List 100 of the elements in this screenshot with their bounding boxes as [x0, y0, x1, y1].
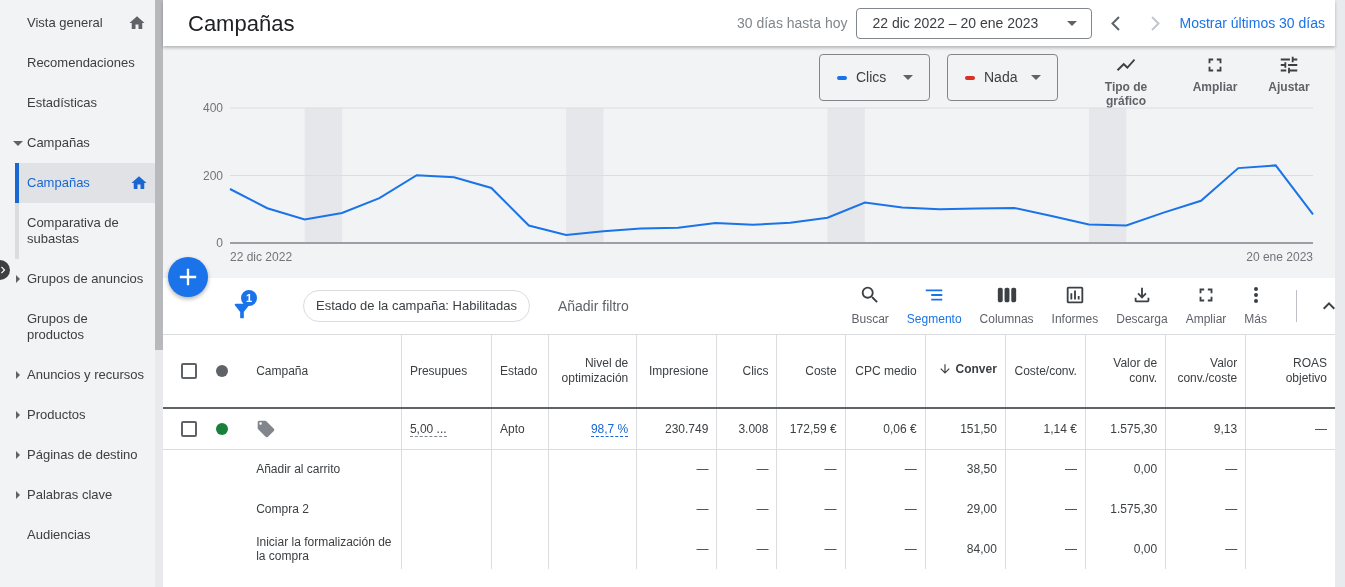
- home-icon[interactable]: [130, 174, 148, 192]
- metric-dropdown[interactable]: Nada: [947, 54, 1058, 101]
- sidebar-item[interactable]: Campañas: [27, 123, 146, 163]
- range-hint: 30 días hasta hoy: [736, 13, 848, 33]
- table-cell: —: [824, 462, 837, 477]
- table-cell: 3.008: [738, 421, 769, 436]
- table-cell: —: [1225, 502, 1238, 516]
- table-cell: Apto: [500, 421, 525, 436]
- table-cell: —: [824, 502, 837, 516]
- table-cell: —: [756, 462, 769, 477]
- column-header[interactable]: Coste: [805, 363, 837, 379]
- sidebar-item[interactable]: Audiencias: [27, 515, 146, 555]
- table-cell: —: [904, 502, 917, 516]
- checkbox[interactable]: [181, 363, 197, 379]
- sliders-icon: [1278, 54, 1300, 76]
- table-cell: 84,00: [966, 542, 997, 556]
- sidebar-item[interactable]: Estadísticas: [27, 83, 146, 123]
- column-header[interactable]: Estado: [500, 363, 538, 379]
- table-cell: —: [1064, 542, 1077, 556]
- sidebar-item[interactable]: Productos: [27, 395, 146, 435]
- optimization-link[interactable]: 98,7 %: [590, 421, 629, 437]
- sidebar-scrollbar[interactable]: [155, 0, 163, 350]
- table-cell: 1,14 €: [1043, 421, 1077, 436]
- chart-type-button[interactable]: Tipo de gráfico: [1096, 54, 1156, 108]
- table-cell: 0,00: [1133, 542, 1158, 556]
- table-cell: —: [696, 542, 709, 556]
- add-filter-button[interactable]: Añadir filtro: [557, 295, 629, 317]
- column-header[interactable]: CPC medio: [855, 363, 917, 379]
- column-header[interactable]: Nivel de optimización: [557, 356, 629, 386]
- table-cell: 1.575,30: [1110, 502, 1158, 516]
- sidebar-item[interactable]: Vista general: [27, 3, 146, 43]
- column-header[interactable]: Valor conv./coste: [1174, 356, 1238, 386]
- table-cell: 230.749: [665, 421, 709, 436]
- table-cell: 0,06 €: [883, 421, 917, 436]
- y-tick-label: 200: [202, 168, 223, 183]
- sidebar-item[interactable]: Grupos de anuncios: [27, 259, 146, 299]
- table-cell: —: [904, 462, 917, 477]
- expand-button[interactable]: Ampliar: [1176, 284, 1236, 328]
- table-cell: —: [904, 542, 917, 556]
- table-cell: —: [1225, 462, 1238, 477]
- table-cell: Compra 2: [256, 502, 309, 516]
- column-header[interactable]: Campaña: [256, 363, 309, 379]
- x-tick-label: 20 ene 2023: [1246, 250, 1313, 264]
- sidebar-item[interactable]: Páginas de destino: [27, 435, 146, 475]
- more-icon: [1253, 287, 1258, 303]
- table-cell: —: [1225, 542, 1238, 556]
- caret-down-icon: [903, 75, 913, 80]
- table-cell: 1.575,30: [1110, 421, 1158, 436]
- date-range-dropdown[interactable]: 22 dic 2022 – 20 ene 2023: [855, 7, 1092, 39]
- table-cell: Añadir al carrito: [256, 462, 341, 477]
- caret-down-icon: [1031, 75, 1041, 80]
- table-cell: 9,13: [1213, 421, 1238, 436]
- table-cell: 38,50: [966, 462, 997, 477]
- column-header[interactable]: Coste/conv.: [1014, 363, 1077, 379]
- caret-down-icon: [1066, 20, 1077, 26]
- budget-value[interactable]: 5,00 ...: [409, 421, 447, 437]
- table-cell: —: [1064, 462, 1077, 477]
- y-tick-label: 400: [202, 101, 223, 115]
- sidebar-item[interactable]: Palabras clave: [27, 475, 146, 515]
- sidebar-item[interactable]: Recomendaciones: [27, 43, 146, 83]
- column-header[interactable]: Conver: [938, 361, 997, 377]
- search-button[interactable]: Buscar: [842, 284, 898, 328]
- home-icon[interactable]: [128, 14, 146, 32]
- table-cell: —: [696, 462, 709, 477]
- x-tick-label: 22 dic 2022: [230, 250, 293, 264]
- page-title: Campañas: [188, 9, 295, 38]
- more-button[interactable]: Más: [1235, 284, 1276, 328]
- metric-dropdown[interactable]: Clics: [819, 54, 930, 101]
- columns-button[interactable]: Columnas: [970, 284, 1043, 328]
- column-header[interactable]: ROAS objetivo: [1254, 356, 1327, 386]
- reports-button[interactable]: Informes: [1042, 284, 1108, 328]
- table-cell: —: [756, 502, 769, 516]
- table-cell: —: [1064, 502, 1077, 516]
- table-cell: 0,00: [1133, 462, 1158, 477]
- column-header[interactable]: Clics: [742, 363, 769, 379]
- chevron-left-icon: [1111, 15, 1120, 31]
- download-button[interactable]: Descarga: [1107, 284, 1177, 328]
- last-30-days-link[interactable]: Mostrar últimos 30 días: [1179, 12, 1325, 34]
- filter-count-badge: 1: [241, 290, 257, 306]
- table-cell: —: [696, 502, 709, 516]
- checkbox[interactable]: [181, 420, 197, 437]
- chevron-right-icon: [1151, 15, 1160, 31]
- table-cell: 151,50: [960, 421, 997, 436]
- expand-button[interactable]: Ampliar: [1180, 54, 1250, 108]
- adjust-button[interactable]: Ajustar: [1254, 54, 1324, 108]
- table-cell: Iniciar la formalización de la compra: [256, 535, 392, 563]
- table-cell: 172,59 €: [789, 421, 837, 436]
- tag-icon: [256, 418, 277, 439]
- sidebar-item[interactable]: Comparativa de subastas: [27, 203, 146, 259]
- sidebar-item[interactable]: Grupos de productos: [27, 299, 146, 355]
- sidebar-item[interactable]: Anuncios y recursos: [27, 355, 146, 395]
- table-cell: 29,00: [966, 502, 997, 516]
- column-header[interactable]: Impresione: [649, 363, 709, 379]
- segment-button[interactable]: Segmento: [897, 284, 971, 328]
- y-tick-label: 0: [216, 236, 223, 250]
- column-header[interactable]: Valor de conv.: [1093, 356, 1158, 386]
- table-cell: —: [1315, 421, 1327, 436]
- table-cell: —: [756, 542, 769, 556]
- table-cell: —: [824, 542, 837, 556]
- column-header[interactable]: Presupues: [409, 363, 468, 379]
